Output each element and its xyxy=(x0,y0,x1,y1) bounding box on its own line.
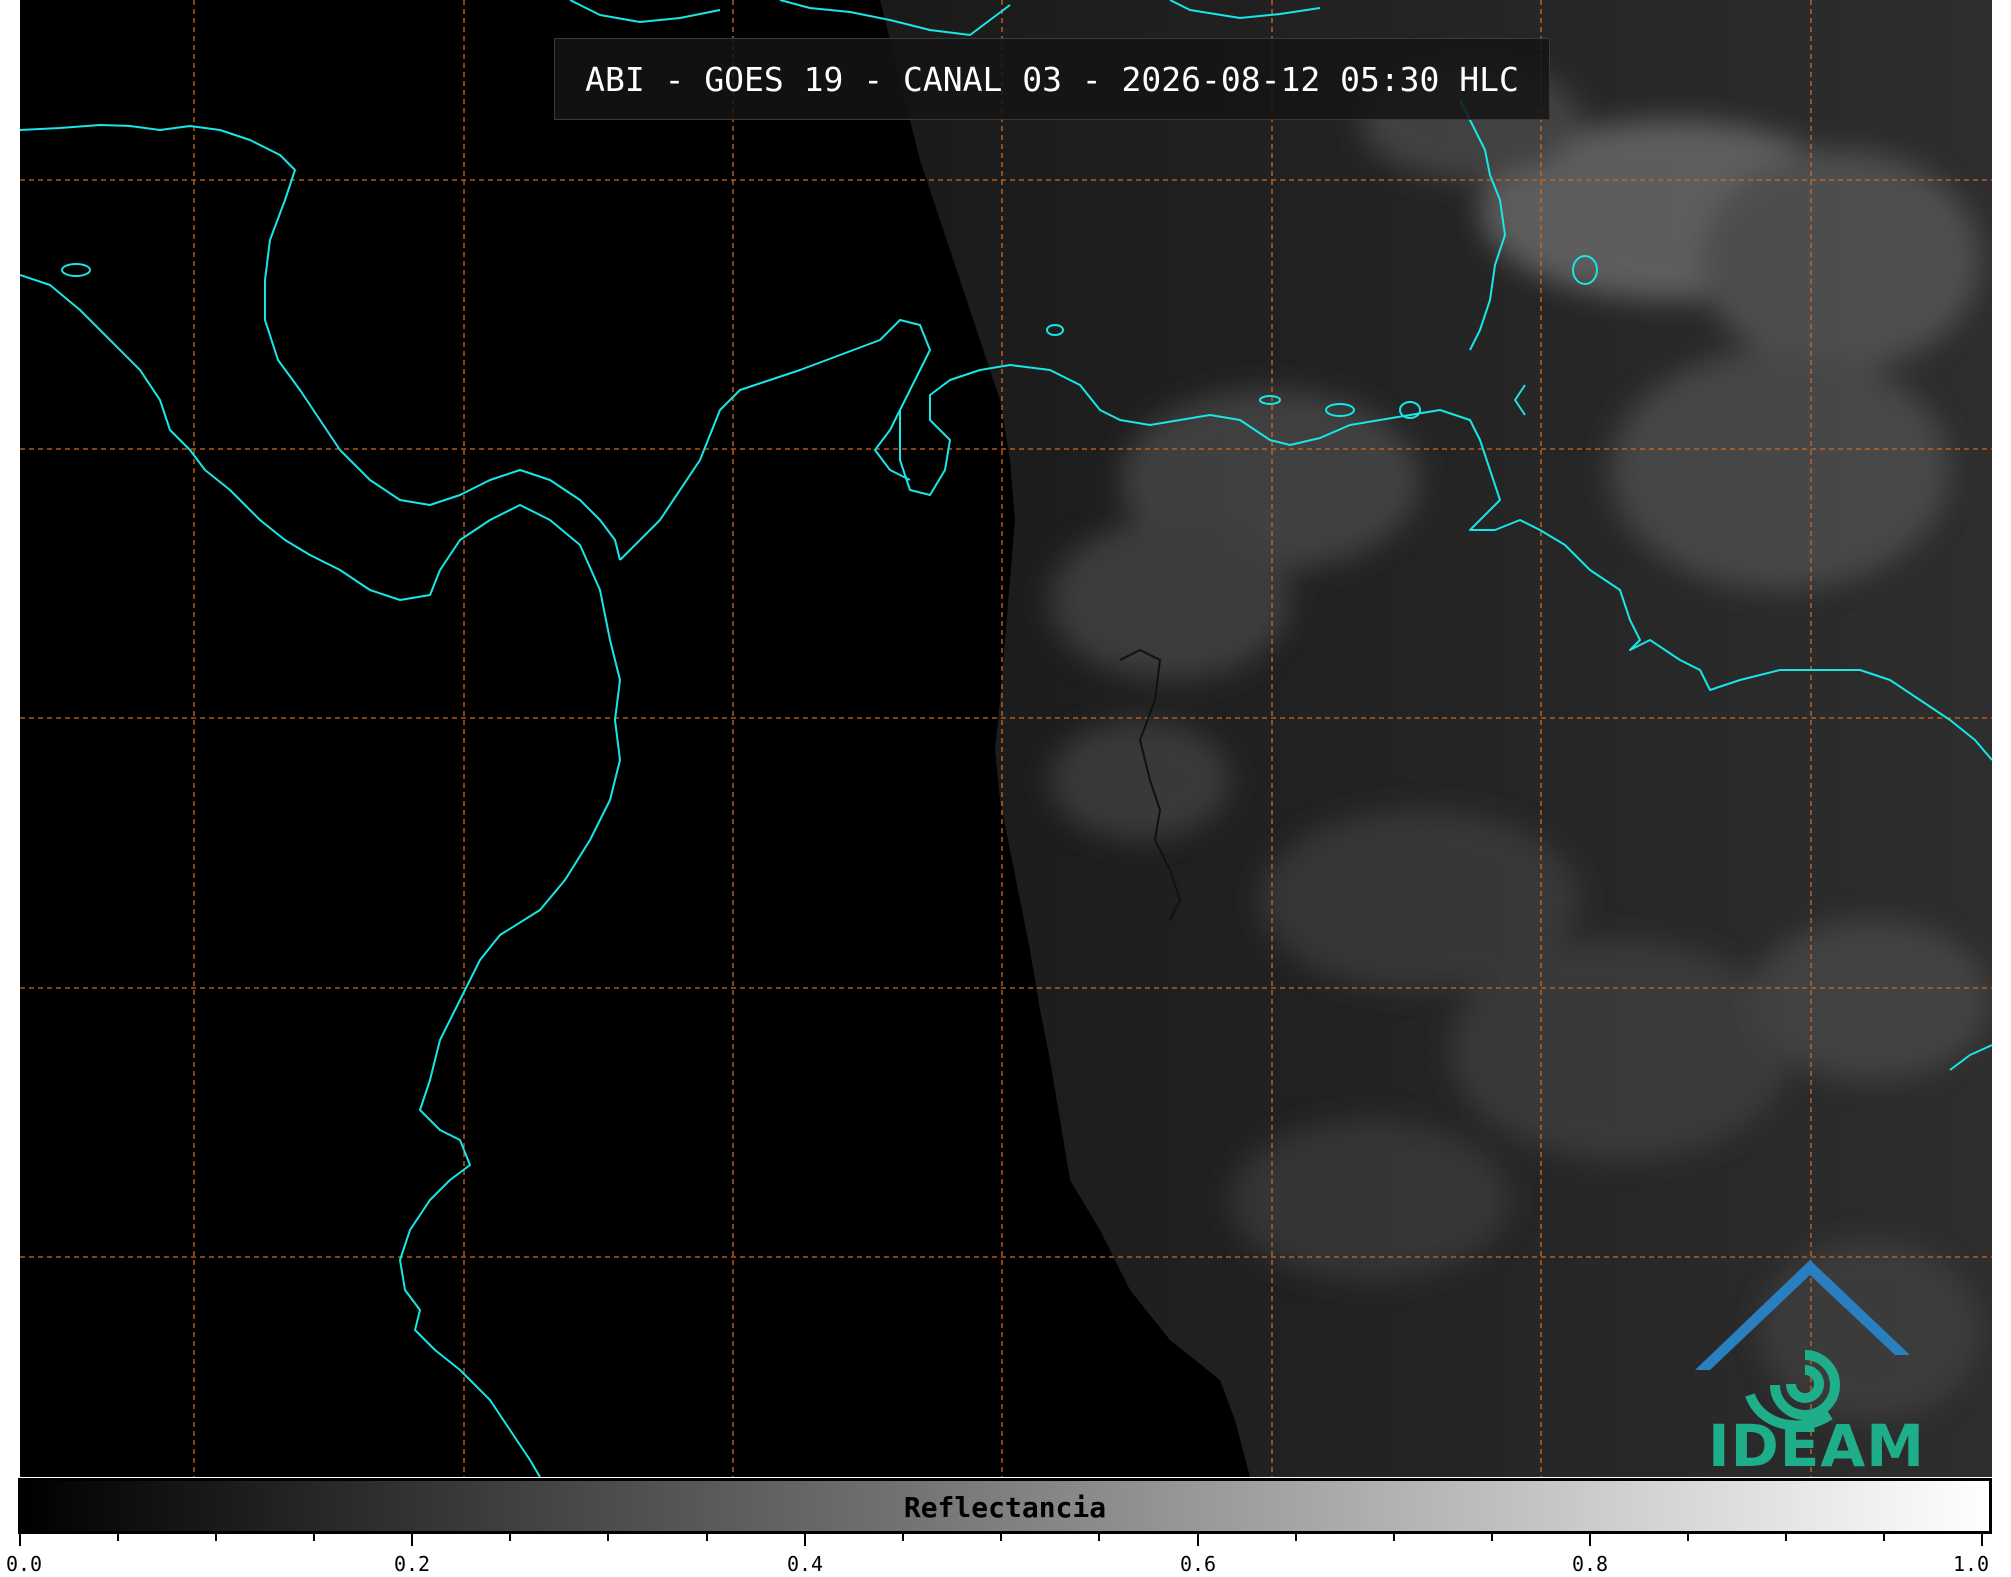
pacific-coast xyxy=(20,274,621,1477)
tick-label-5: 1.0 xyxy=(1952,1552,1990,1576)
tick-label-3: 0.6 xyxy=(1179,1552,1217,1576)
tick-label-4: 0.8 xyxy=(1571,1552,1609,1576)
map-title: ABI - GOES 19 - CANAL 03 - 2026-08-12 05… xyxy=(554,38,1550,120)
roof-icon xyxy=(1695,1260,1910,1370)
islands-north xyxy=(569,0,721,23)
gulf-coast xyxy=(874,409,911,481)
tick-label-0: 0.0 xyxy=(5,1552,43,1576)
central-america-coast xyxy=(20,124,621,561)
logo-text: IDEAM xyxy=(1708,1412,1925,1477)
satellite-map: ABI - GOES 19 - CANAL 03 - 2026-08-12 05… xyxy=(20,0,1992,1477)
colorbar-ticks: 0.0 0.2 0.4 0.6 0.8 1.0 xyxy=(6,1534,1992,1577)
tick-label-2: 0.4 xyxy=(786,1552,824,1576)
colorbar: Reflectancia xyxy=(18,1478,1992,1534)
tick-marks xyxy=(19,1534,1983,1546)
tick-label-1: 0.2 xyxy=(393,1552,431,1576)
colorbar-label: Reflectancia xyxy=(903,1491,1107,1524)
